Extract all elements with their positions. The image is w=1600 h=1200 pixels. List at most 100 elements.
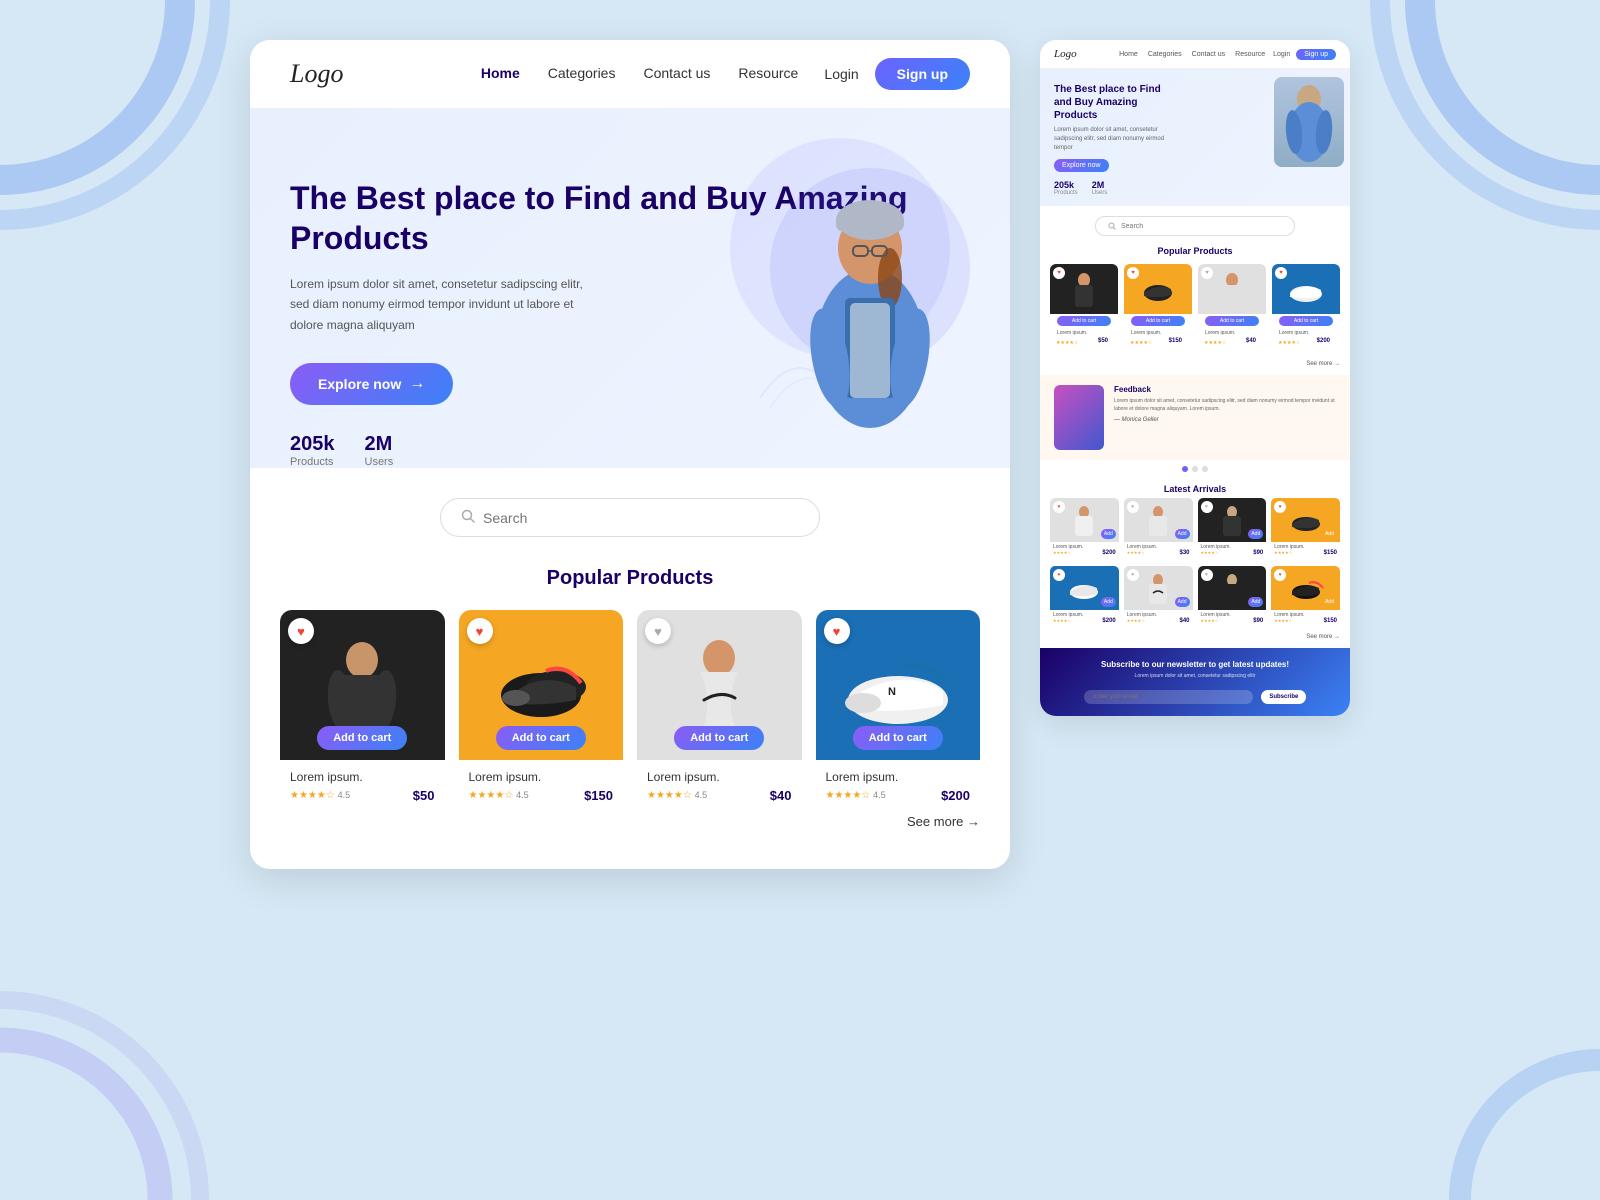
thumb-dot-2[interactable] [1192, 466, 1198, 472]
thumb-stat-products-label: Products [1054, 190, 1078, 196]
thumb-add-btn-2[interactable]: Add to cart [1131, 316, 1185, 326]
add-to-cart-btn-1[interactable]: Add to cart [317, 726, 407, 750]
thumb-latest-wishlist-3: ♥ [1201, 501, 1213, 513]
thumb-feedback-description: Lorem ipsum dolor sit amet, consetetur s… [1114, 398, 1336, 413]
thumb-wishlist-4: ♥ [1275, 267, 1287, 279]
thumb-search-input[interactable] [1121, 223, 1282, 230]
thumb-popular-title: Popular Products [1040, 246, 1350, 256]
stat-products: 205k Products [290, 433, 335, 468]
add-to-cart-btn-3[interactable]: Add to cart [674, 726, 764, 750]
thumb-latest-add-4[interactable]: Add [1322, 529, 1337, 539]
thumb-latest-img-6: ♥ Add [1124, 566, 1193, 610]
thumb-signup: Sign up [1296, 49, 1336, 60]
thumb-nav-contact: Contact us [1192, 51, 1225, 58]
thumb-dot-3[interactable] [1202, 466, 1208, 472]
thumb-feedback: Feedback Lorem ipsum dolor sit amet, con… [1040, 375, 1350, 460]
thumb-stats: 205k Products 2M Users [1054, 180, 1336, 206]
thumb-latest-add-2[interactable]: Add [1175, 529, 1190, 539]
thumb-add-btn-1[interactable]: Add to cart [1057, 316, 1111, 326]
wishlist-btn-3[interactable]: ♥ [645, 618, 671, 644]
thumb-latest-3[interactable]: ♥ Add Lorem ipsum. ★★★★☆ $90 [1198, 498, 1267, 558]
thumb-latest-1[interactable]: ♥ Add Lorem ipsum. ★★★★☆ $200 [1050, 498, 1119, 558]
products-section: Popular Products [250, 547, 1010, 869]
product-card-2[interactable]: ♥ Add to cart Lorem ipsum. ★★★★☆ 4.5 $15… [459, 610, 624, 809]
thumb-stat-products: 205k [1054, 180, 1078, 190]
thumb-product-4[interactable]: ♥ Add to cart Lorem ipsum. ★★★★☆ $200 [1272, 264, 1340, 351]
thumb-stat-2: 2M Users [1092, 180, 1108, 196]
login-button[interactable]: Login [824, 66, 858, 82]
thumb-latest-add-6[interactable]: Add [1175, 597, 1190, 607]
thumb-latest-4[interactable]: ♥ Add Lorem ipsum. ★★★★☆ $150 [1271, 498, 1340, 558]
product-card-1[interactable]: ♥ Add to cart Lorem ipsum. ★★★★☆ 4.5 $50 [280, 610, 445, 809]
thumb-latest-7[interactable]: ♥ Add Lorem ipsum. ★★★★☆ $90 [1198, 566, 1267, 626]
thumb-latest-stars-6: ★★★★☆ [1127, 618, 1145, 624]
thumb-latest-info-5: Lorem ipsum. ★★★★☆ $200 [1050, 610, 1119, 626]
nav-categories[interactable]: Categories [548, 65, 616, 81]
thumb-stat-users: 2M [1092, 180, 1108, 190]
product-info-1: Lorem ipsum. ★★★★☆ 4.5 $50 [280, 760, 445, 809]
thumb-latest-add-8[interactable]: Add [1322, 597, 1337, 607]
thumb-feedback-content: Feedback Lorem ipsum dolor sit amet, con… [1114, 385, 1336, 423]
wishlist-btn-4[interactable]: ♥ [824, 618, 850, 644]
thumb-search-bar [1095, 216, 1295, 236]
thumb-prod-stars-1: ★★★★☆ [1056, 340, 1078, 346]
thumb-add-btn-4[interactable]: Add to cart [1279, 316, 1333, 326]
thumb-subscribe-button[interactable]: Subscribe [1261, 690, 1306, 704]
thumb-latest-5[interactable]: ♥ Add Lorem ipsum. ★★★★☆ $200 [1050, 566, 1119, 626]
product-bottom-1: ★★★★☆ 4.5 $50 [290, 788, 435, 803]
wishlist-btn-2[interactable]: ♥ [467, 618, 493, 644]
thumb-latest-add-5[interactable]: Add [1101, 597, 1116, 607]
product-price-2: $150 [584, 788, 613, 803]
product-card-4[interactable]: N ♥ Add to cart Lorem ipsum. ★★★★☆ 4.5 $… [816, 610, 981, 809]
thumbnail-card: Logo Home Categories Contact us Resource… [1040, 40, 1350, 716]
explore-button[interactable]: Explore now [290, 363, 453, 405]
thumb-latest-6[interactable]: ♥ Add Lorem ipsum. ★★★★☆ $40 [1124, 566, 1193, 626]
product-name-1: Lorem ipsum. [290, 770, 435, 784]
thumb-latest-img-1: ♥ Add [1050, 498, 1119, 542]
nav-contact[interactable]: Contact us [643, 65, 710, 81]
signup-button[interactable]: Sign up [875, 58, 970, 90]
thumb-latest-8[interactable]: ♥ Add Lorem ipsum. ★★★★☆ $150 [1271, 566, 1340, 626]
thumb-latest-add-7[interactable]: Add [1248, 597, 1263, 607]
thumb-latest-stars-1: ★★★★☆ [1053, 550, 1071, 556]
product-price-4: $200 [941, 788, 970, 803]
svg-text:N: N [888, 686, 896, 698]
thumb-product-2[interactable]: ♥ Add to cart Lorem ipsum. ★★★★☆ $150 [1124, 264, 1192, 351]
thumb-product-3[interactable]: ♥ Add to cart Lorem ipsum. ★★★★☆ $40 [1198, 264, 1266, 351]
wishlist-btn-1[interactable]: ♥ [288, 618, 314, 644]
product-card-3[interactable]: ♥ Add to cart Lorem ipsum. ★★★★☆ 4.5 $40 [637, 610, 802, 809]
thumb-product-1[interactable]: ♥ Add to cart Lorem ipsum. ★★★★☆ $50 [1050, 264, 1118, 351]
thumb-prod-stars-2: ★★★★☆ [1130, 340, 1152, 346]
product-bottom-4: ★★★★☆ 4.5 $200 [826, 788, 971, 803]
thumb-auth: Login Sign up [1273, 49, 1336, 60]
stat-products-label: Products [290, 456, 335, 468]
add-to-cart-btn-2[interactable]: Add to cart [496, 726, 586, 750]
thumb-latest-add-1[interactable]: Add [1101, 529, 1116, 539]
product-rating-3: 4.5 [695, 790, 708, 800]
thumb-latest-price-6: $40 [1179, 618, 1189, 624]
nav-home[interactable]: Home [481, 65, 520, 81]
thumb-add-btn-3[interactable]: Add to cart [1205, 316, 1259, 326]
product-image-1: ♥ Add to cart [280, 610, 445, 760]
thumb-newsletter-input[interactable] [1084, 690, 1253, 704]
thumb-latest-2[interactable]: ♥ Add Lorem ipsum. ★★★★☆ $30 [1124, 498, 1193, 558]
thumb-dot-1[interactable] [1182, 466, 1188, 472]
thumb-latest-info-4: Lorem ipsum. ★★★★☆ $150 [1271, 542, 1340, 558]
product-rating-1: 4.5 [338, 790, 351, 800]
thumb-latest-info-1: Lorem ipsum. ★★★★☆ $200 [1050, 542, 1119, 558]
thumb-latest-add-3[interactable]: Add [1248, 529, 1263, 539]
product-info-3: Lorem ipsum. ★★★★☆ 4.5 $40 [637, 760, 802, 809]
nav-resource[interactable]: Resource [738, 65, 798, 81]
thumb-latest-stars-7: ★★★★☆ [1201, 618, 1219, 624]
product-image-3: ♥ Add to cart [637, 610, 802, 760]
nav-links: Home Categories Contact us Resource [475, 65, 805, 83]
thumb-latest-wishlist-6: ♥ [1127, 569, 1139, 581]
stat-users: 2M Users [365, 433, 394, 468]
search-input[interactable] [483, 510, 799, 526]
see-more-link[interactable]: See more → [907, 814, 980, 829]
add-to-cart-btn-4[interactable]: Add to cart [853, 726, 943, 750]
thumb-prod-img-2: ♥ [1124, 264, 1192, 314]
thumb-prod-name-3: Lorem ipsum. [1201, 328, 1263, 338]
see-more: See more → [280, 809, 980, 839]
thumb-search-icon [1108, 222, 1116, 230]
